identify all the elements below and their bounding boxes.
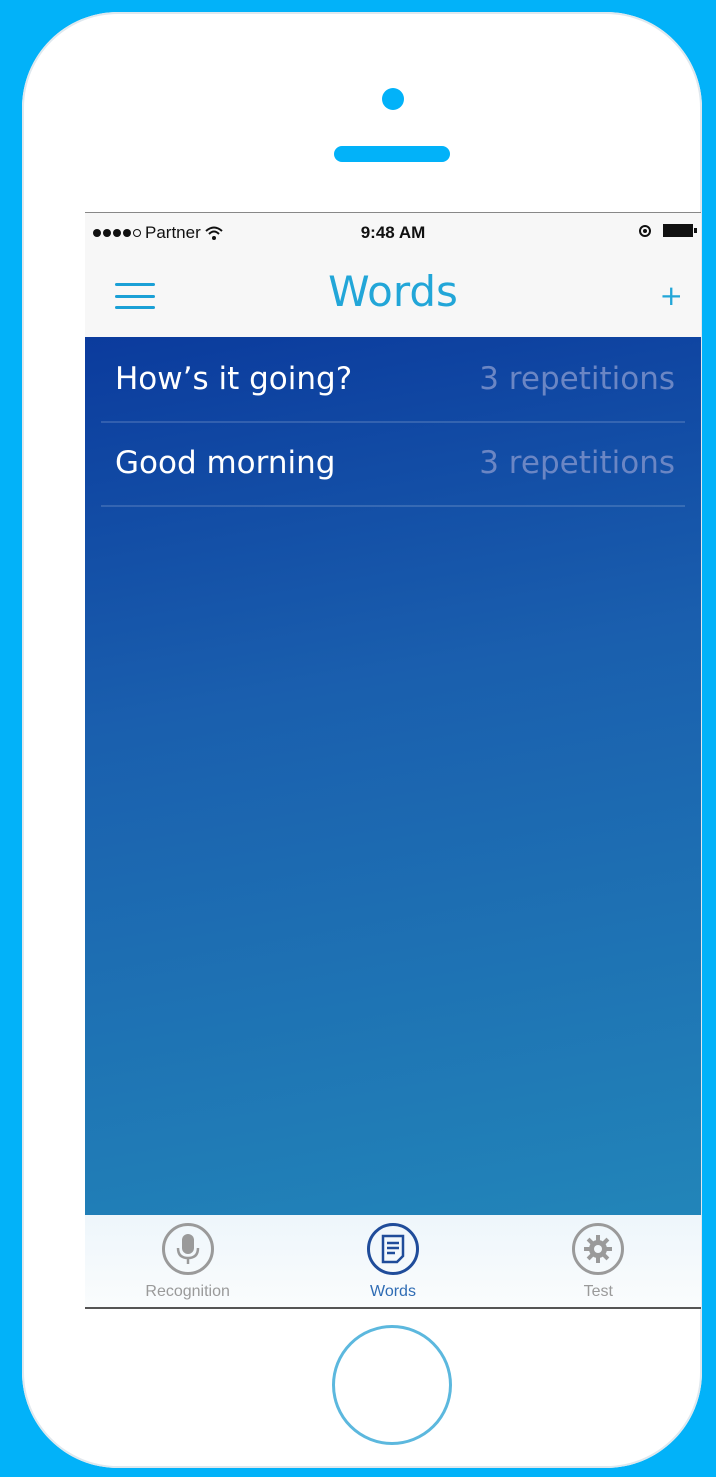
page-title: Words (328, 267, 458, 316)
tab-bar: Recognition Words Test (85, 1215, 701, 1309)
front-camera (382, 88, 404, 110)
earpiece-speaker (334, 146, 450, 162)
tab-test[interactable]: Test (496, 1215, 701, 1307)
orientation-lock-icon (639, 224, 651, 237)
words-list: How’s it going? 3 repetitions Good morni… (85, 337, 701, 1215)
status-bar: Partner 9:48 AM (85, 213, 701, 257)
list-item[interactable]: How’s it going? 3 repetitions (101, 339, 685, 423)
microphone-icon (161, 1223, 214, 1275)
navigation-bar: Words + (85, 257, 701, 337)
screen: Partner 9:48 AM Words + How’s it going? … (85, 212, 701, 1309)
battery-icon (663, 224, 697, 237)
tab-label: Recognition (145, 1283, 230, 1300)
tab-label: Test (583, 1283, 613, 1300)
status-time: 9:48 AM (360, 223, 426, 242)
add-word-button[interactable]: + (660, 279, 683, 312)
document-icon (366, 1223, 419, 1275)
phone-frame: Partner 9:48 AM Words + How’s it going? … (22, 12, 702, 1468)
list-item[interactable]: Good morning 3 repetitions (101, 423, 685, 507)
word-phrase: How’s it going? (115, 361, 353, 397)
tab-words[interactable]: Words (290, 1215, 495, 1307)
word-phrase: Good morning (115, 445, 336, 481)
repetition-count: 3 repetitions (479, 361, 675, 397)
tab-label: Words (370, 1283, 416, 1300)
tab-recognition[interactable]: Recognition (85, 1215, 290, 1307)
gear-icon (572, 1223, 625, 1275)
status-right (639, 224, 697, 237)
repetition-count: 3 repetitions (479, 445, 675, 481)
home-button[interactable] (332, 1325, 452, 1445)
